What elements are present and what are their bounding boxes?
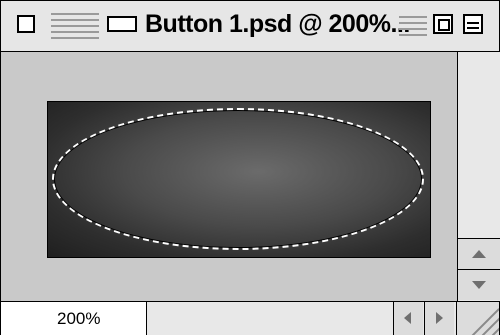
zoom-level-field[interactable]: 200%: [1, 302, 147, 335]
title-drag-lines-icon: [51, 11, 99, 39]
close-box-icon[interactable]: [17, 15, 35, 33]
arrow-left-icon: [404, 312, 411, 324]
vertical-scrollbar[interactable]: [457, 52, 500, 301]
scroll-right-button[interactable]: [424, 302, 454, 335]
elliptical-selection-marquee[interactable]: [52, 108, 424, 250]
arrow-right-icon: [436, 312, 443, 324]
document-proxy-icon[interactable]: [107, 16, 137, 32]
title-bar[interactable]: Button 1.psd @ 200%...: [1, 1, 499, 52]
horizontal-scrollbar[interactable]: [148, 302, 393, 335]
window-title: Button 1.psd @ 200%...: [145, 10, 410, 38]
document-window: Button 1.psd @ 200%... 200%: [0, 0, 500, 335]
scroll-left-button[interactable]: [393, 302, 423, 335]
title-drag-lines-icon: [399, 13, 427, 37]
zoom-box-icon[interactable]: [433, 14, 453, 34]
arrow-up-icon: [472, 250, 486, 258]
zoom-level-text: 200%: [57, 309, 101, 328]
scroll-up-button[interactable]: [458, 238, 500, 269]
resize-grip-icon[interactable]: [456, 302, 499, 335]
collapse-box-icon[interactable]: [463, 14, 483, 34]
status-bar: 200%: [1, 301, 499, 335]
arrow-down-icon: [472, 281, 486, 289]
scroll-down-button[interactable]: [458, 269, 500, 300]
document-image[interactable]: [47, 101, 431, 258]
